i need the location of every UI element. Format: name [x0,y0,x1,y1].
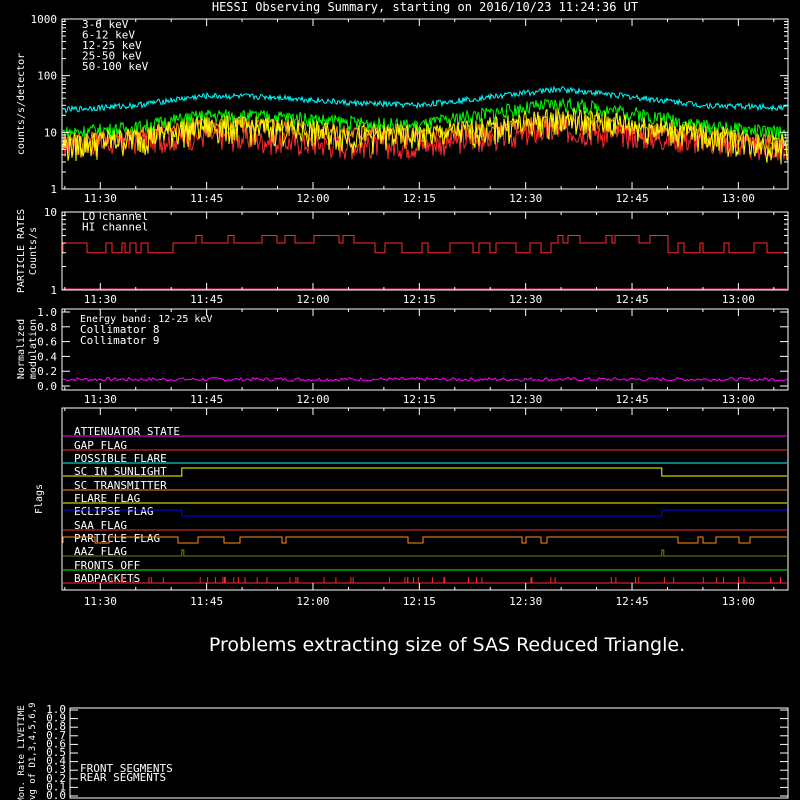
flag-line [63,549,787,557]
modulation-panel: 0.00.20.40.60.81.0 Energy band: 12-25 ke… [16,306,789,393]
legend-entry: REAR SEGMENTS [80,771,166,784]
counts-series-50-100-keV [62,85,788,114]
flag-line [63,467,787,477]
counts-legend: 3-6 keV6-12 keV12-25 keV25-50 keV50-100 … [82,18,149,73]
particle-panel: 110 LO channelHI channel PARTICLE RATES … [16,206,789,297]
y-tick-label: 100 [37,70,57,83]
x-tick-label: 12:15 [403,293,436,306]
y-tick-label: 0.2 [37,365,57,378]
x-tick-label: 12:45 [615,293,648,306]
x-tick-label: 12:30 [509,293,542,306]
x-tick-label: 12:15 [403,393,436,406]
x-tick-label: 13:00 [722,192,755,205]
x-tick-label: 12:00 [296,192,329,205]
y-tick-label: 0.6 [37,336,57,349]
counts-panel-frame [61,18,789,190]
y-tick-label: 0.8 [37,321,57,334]
counts-ylabel: counts/s/detector [16,53,27,155]
counts-panel: 1 10 100 1000 3-6 keV6-12 keV12-25 keV25-50… [16,13,789,196]
x-tick-label: 13:00 [722,293,755,306]
x-tick-label: 11:45 [190,192,223,205]
x-tick-label: 12:30 [509,192,542,205]
y-tick-label: 10 [44,206,57,219]
y-tick-label: 0.0 [37,380,57,393]
x-tick-label: 11:30 [84,293,117,306]
x-tick-label: 11:30 [84,192,117,205]
y-tick-label: 1 [50,284,57,297]
modulation-ylabel-2: modulation [28,319,39,379]
counts-series-group [62,85,788,165]
x-tick-label: 11:45 [190,293,223,306]
x-tick-label: 12:30 [509,595,542,608]
x-tick-label: 11:45 [190,393,223,406]
legend-entry: HI channel [82,221,148,234]
x-tick-label: 11:45 [190,595,223,608]
x-tick-label: 12:00 [296,393,329,406]
legend-entry: Collimator 9 [80,334,159,347]
flags-lines: ATTENUATOR STATEGAP FLAGPOSSIBLE FLARESC… [62,425,787,585]
x-tick-label: 12:45 [615,192,648,205]
y-tick-label: 10 [44,126,57,139]
livetime-yticks: 0.00.10.20.30.40.50.60.70.80.91.0 [46,703,788,800]
livetime-panel: 0.00.10.20.30.40.50.60.70.80.91.0 FRONT … [17,703,789,800]
particle-ylabel-2: Counts/s [28,227,39,275]
livetime-legend: FRONT SEGMENTSREAR SEGMENTS [80,762,173,784]
y-tick-label: 0.4 [37,350,57,363]
x-tick-label: 12:45 [615,595,648,608]
y-tick-label: 1000 [31,13,58,26]
flags-panel: ATTENUATOR STATEGAP FLAGPOSSIBLE FLARESC… [34,407,789,591]
hessi-summary-figure: HESSI Observing Summary, starting on 201… [16,0,789,800]
flags-ylabel: Flags [34,484,45,514]
flag-label: ECLIPSE FLAG [74,505,153,518]
y-tick-label: 1.0 [46,703,66,716]
x-tick-label: 12:15 [403,192,436,205]
particle-xticks: 11:30 11:45 12:00 12:15 12:30 12:45 13:00 [64,212,775,306]
y-tick-label: 1.0 [37,306,57,319]
livetime-panel-frame [69,707,789,799]
flags-xticks: 11:30 11:45 12:00 12:15 12:30 12:45 13:00 [64,408,775,608]
figure-title: HESSI Observing Summary, starting on 201… [212,0,638,14]
y-tick-label: 1 [50,183,57,196]
particle-yticks: 1 10 [44,206,788,297]
x-tick-label: 12:00 [296,595,329,608]
x-tick-label: 12:00 [296,293,329,306]
particle-lo-channel-line [62,235,787,254]
x-tick-label: 13:00 [722,595,755,608]
legend-entry: 50-100 keV [82,60,149,73]
x-tick-label: 13:00 [722,393,755,406]
x-tick-label: 11:30 [84,595,117,608]
counts-xticks: 11:30 11:45 12:00 12:15 12:30 12:45 13:00 [64,19,775,205]
flag-line [63,509,787,517]
x-tick-label: 11:30 [84,393,117,406]
flag-line [62,536,787,544]
modulation-ylabel-1: Normalized [16,319,27,379]
livetime-ylabel-2: avg of D1,3,4,5,6,9 [28,703,38,800]
x-tick-label: 12:30 [509,393,542,406]
x-tick-label: 12:45 [615,393,648,406]
x-tick-label: 12:15 [403,595,436,608]
particle-panel-frame [61,211,789,291]
livetime-ylabel-1: Mon. Rate LIVETIME [17,705,27,800]
collimator-9-line [62,376,788,382]
particle-legend: LO channelHI channel [82,210,148,234]
particle-ylabel-1: PARTICLE RATES [16,209,27,293]
modulation-legend: Collimator 8Collimator 9 [80,323,159,347]
sas-error-message: Problems extracting size of SAS Reduced … [209,634,685,656]
flag-label: PARTICLE FLAG [74,532,160,545]
